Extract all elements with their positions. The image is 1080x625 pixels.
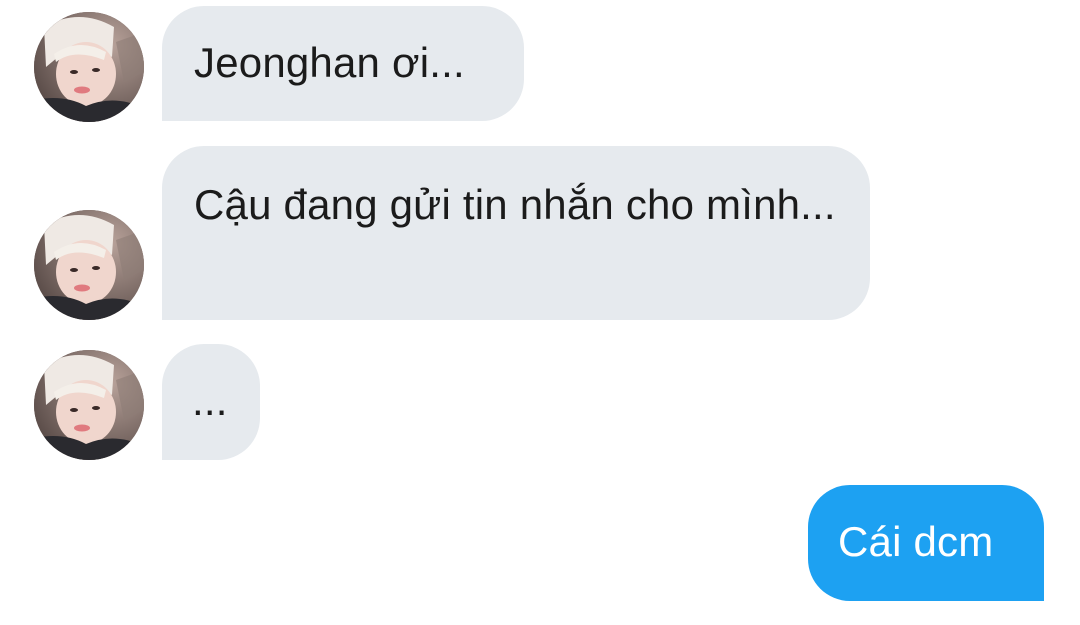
avatar[interactable] (34, 210, 144, 320)
avatar[interactable] (34, 12, 144, 122)
chat-thread: Jeonghan ơi... Cậu đang gửi tin nhắn cho… (0, 0, 1080, 625)
message-text: ... (192, 377, 228, 424)
message-text: Cái dcm (838, 518, 994, 565)
avatar-photo-icon (34, 210, 144, 320)
incoming-message-bubble[interactable]: ... (162, 344, 260, 460)
incoming-message-bubble[interactable]: Jeonghan ơi... (162, 6, 524, 121)
outgoing-message-bubble[interactable]: Cái dcm (808, 485, 1044, 601)
message-text: Jeonghan ơi... (194, 39, 465, 86)
avatar-photo-icon (34, 12, 144, 122)
avatar-photo-icon (34, 350, 144, 460)
avatar[interactable] (34, 350, 144, 460)
incoming-message-bubble[interactable]: Cậu đang gửi tin nhắn cho mình... (162, 146, 870, 320)
message-text: Cậu đang gửi tin nhắn cho mình... (194, 181, 836, 228)
